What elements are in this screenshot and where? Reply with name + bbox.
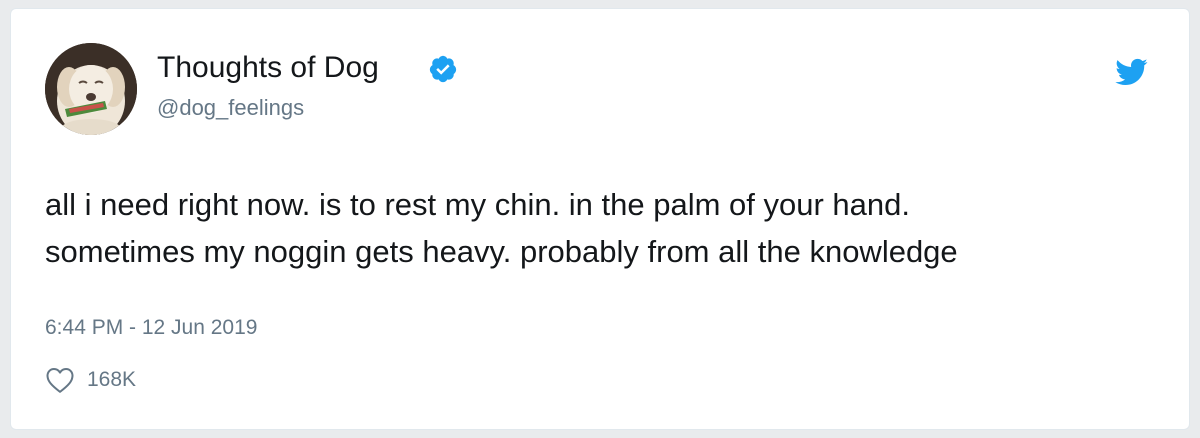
like-count: 168K (87, 368, 137, 391)
twitter-bird-icon[interactable] (1111, 55, 1151, 89)
tweet-text-line: sometimes my noggin gets heavy. probably… (45, 234, 958, 269)
verified-badge-icon (429, 55, 457, 83)
author-display-name[interactable]: Thoughts of Dog (157, 51, 379, 85)
author-handle[interactable]: @dog_feelings (157, 95, 304, 121)
like-button[interactable]: 168K (45, 365, 136, 395)
heart-icon (46, 368, 74, 393)
tweet-text: all i need right now. is to rest my chin… (45, 181, 1165, 275)
dog-avatar-image (45, 43, 137, 135)
tweet-timestamp[interactable]: 6:44 PM - 12 Jun 2019 (45, 316, 257, 340)
tweet-card: Thoughts of Dog @dog_feelings all i need… (10, 8, 1190, 430)
tweet-text-line: all i need right now. is to rest my chin… (45, 187, 911, 222)
avatar[interactable] (45, 43, 137, 135)
